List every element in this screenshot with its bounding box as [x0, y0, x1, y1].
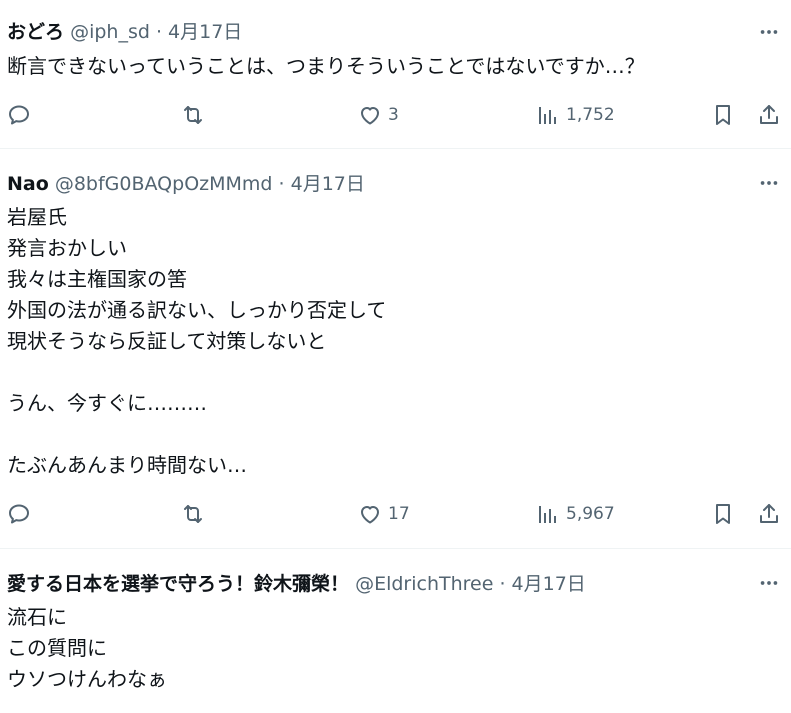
like-button[interactable]: 3 [358, 100, 399, 130]
separator-dot: · [499, 573, 506, 595]
like-count: 3 [388, 105, 399, 125]
reply-button[interactable] [7, 499, 31, 529]
share-button[interactable] [757, 499, 781, 529]
tweet-text-line: ウソつけんわなぁ [7, 667, 167, 691]
tweet-text: 流石に この質問に ウソつけんわなぁ [7, 602, 167, 695]
views-button[interactable]: 1,752 [536, 100, 615, 130]
more-options-icon[interactable] [757, 571, 781, 595]
tweet-text-line: 流石に [7, 605, 67, 629]
tweet-text-line: うん、今すぐに……… [7, 391, 207, 415]
repost-button[interactable] [181, 100, 205, 130]
repost-icon [184, 505, 202, 523]
tweet[interactable]: 愛する日本を選挙で守ろう！鈴木彌榮！ @EldrichThree · 4月17日… [0, 549, 791, 713]
share-button[interactable] [757, 100, 781, 130]
tweet-text: 断言できないっていうことは、つまりそういうことではないですか…？ [7, 51, 645, 82]
tweet-text-line: この質問に [7, 636, 107, 660]
heart-icon [361, 506, 379, 524]
tweet-date[interactable]: 4月17日 [168, 21, 242, 43]
separator-dot: · [278, 173, 285, 195]
tweet-text: 岩屋氏 発言おかしい 我々は主権国家の筈 外国の法が通る訳ない、しっかり否定して… [7, 202, 386, 481]
bookmark-button[interactable] [711, 100, 735, 130]
action-bar: 3 1,752 [0, 100, 791, 130]
tweet-text-line: 現状そうなら反証して対策しないと [7, 329, 327, 353]
heart-icon [361, 107, 379, 125]
tweet-text-line [7, 419, 386, 450]
tweet-header: Nao @8bfG0BAQpOzMMmd · 4月17日 [7, 171, 365, 197]
more-options-icon[interactable] [757, 171, 781, 195]
tweet-text-line: 断言できないっていうことは、つまりそういうことではないですか…？ [7, 54, 645, 78]
tweet-header: おどろ @iph_sd · 4月17日 [7, 19, 242, 45]
tweet-date[interactable]: 4月17日 [291, 173, 365, 195]
display-name[interactable]: 愛する日本を選挙で守ろう！鈴木彌榮！ [7, 573, 349, 595]
repost-button[interactable] [181, 499, 205, 529]
user-handle[interactable]: @8bfG0BAQpOzMMmd [55, 173, 273, 195]
user-handle[interactable]: @iph_sd [70, 21, 150, 43]
reply-button[interactable] [7, 100, 31, 130]
tweet-date[interactable]: 4月17日 [512, 573, 586, 595]
bookmark-icon [716, 105, 730, 125]
reply-icon [9, 504, 29, 524]
separator-dot: · [155, 21, 162, 43]
tweet-text-line: 我々は主権国家の筈 [7, 267, 187, 291]
share-icon [760, 105, 778, 124]
repost-icon [184, 106, 202, 124]
reply-icon [9, 105, 29, 125]
tweet-text-line: 発言おかしい [7, 236, 127, 260]
tweet-text-line [7, 357, 386, 388]
tweet-text-line: 外国の法が通る訳ない、しっかり否定して [7, 298, 387, 322]
like-count: 17 [388, 504, 410, 524]
tweet-text-line: 岩屋氏 [7, 205, 67, 229]
more-options-icon[interactable] [757, 20, 781, 44]
tweet-text-line: たぶんあんまり時間ない… [7, 453, 247, 477]
views-icon [539, 107, 556, 124]
action-bar: 17 5,967 [0, 499, 791, 529]
user-handle[interactable]: @EldrichThree [355, 573, 493, 595]
tweet-header: 愛する日本を選挙で守ろう！鈴木彌榮！ @EldrichThree · 4月17日 [7, 571, 586, 597]
view-count: 5,967 [566, 504, 615, 524]
like-button[interactable]: 17 [358, 499, 410, 529]
views-button[interactable]: 5,967 [536, 499, 615, 529]
tweet[interactable]: おどろ @iph_sd · 4月17日 断言できないっていうことは、つまりそうい… [0, 0, 791, 149]
bookmark-button[interactable] [711, 499, 735, 529]
view-count: 1,752 [566, 105, 615, 125]
bookmark-icon [716, 504, 730, 524]
views-icon [539, 506, 556, 523]
display-name[interactable]: Nao [7, 173, 49, 195]
display-name[interactable]: おどろ [7, 21, 64, 43]
share-icon [760, 504, 778, 523]
tweet[interactable]: Nao @8bfG0BAQpOzMMmd · 4月17日 岩屋氏 発言おかしい … [0, 149, 791, 549]
